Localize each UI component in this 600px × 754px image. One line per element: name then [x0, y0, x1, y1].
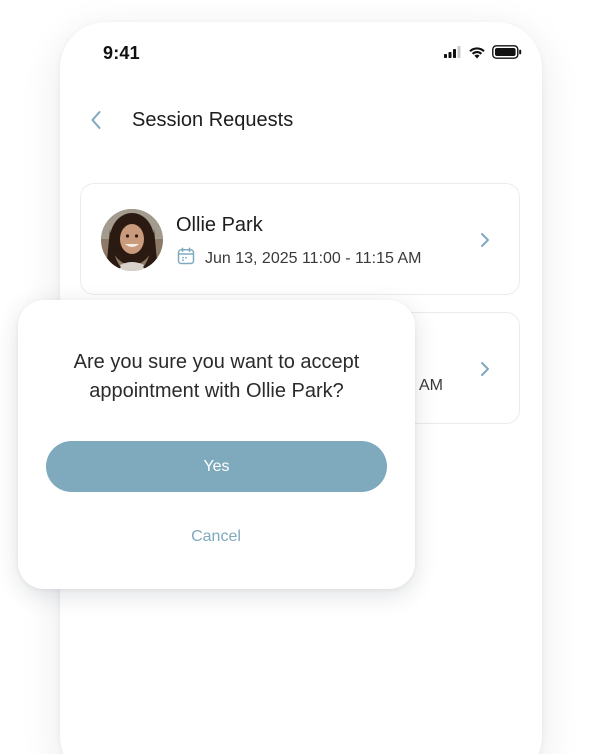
request-card[interactable]: Ollie Park Jun 13, 2025 11:00 - 11:15 AM	[80, 183, 520, 295]
dialog-message: Are you sure you want to accept appointm…	[73, 351, 360, 402]
appointment-datetime: Jun 13, 2025 11:00 - 11:15 AM	[205, 249, 422, 267]
cellular-signal-icon	[444, 46, 462, 58]
screen: 9:41 Session Requests Ollie Park Jun 13,…	[0, 0, 600, 754]
status-icons	[444, 45, 522, 59]
calendar-icon	[177, 247, 195, 270]
cancel-button[interactable]: Cancel	[166, 525, 266, 549]
page-title: Session Requests	[132, 109, 294, 131]
chevron-right-icon	[479, 361, 491, 377]
appointment-datetime: AM	[419, 377, 443, 394]
chevron-left-icon	[90, 110, 102, 135]
battery-icon	[492, 45, 522, 59]
yes-button[interactable]: Yes	[46, 441, 387, 492]
wifi-icon	[468, 46, 486, 59]
requester-name: Ollie Park	[176, 214, 263, 236]
back-button[interactable]	[88, 110, 104, 134]
status-time: 9:41	[103, 43, 140, 63]
avatar	[101, 209, 163, 271]
chevron-right-icon	[479, 232, 491, 248]
appointment-time-row: Jun 13, 2025 11:00 - 11:15 AM	[177, 247, 421, 270]
confirm-dialog: Are you sure you want to accept appointm…	[18, 300, 415, 589]
